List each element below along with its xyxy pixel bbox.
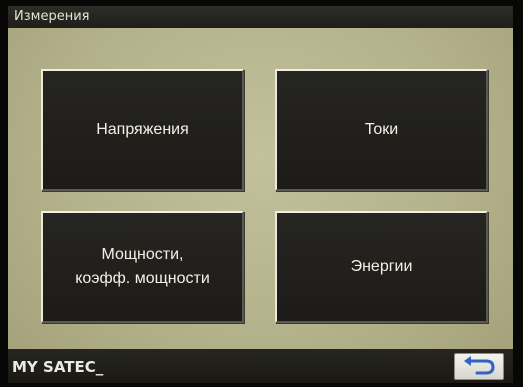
energies-label: Энергии [350, 258, 413, 275]
currents-label: Токи [364, 121, 399, 138]
return-arrow-icon [464, 356, 495, 375]
power-label-line1: Мощности, [101, 246, 184, 263]
back-button[interactable] [454, 353, 504, 380]
page-title: Измерения [14, 9, 90, 24]
device-bezel: Измерения Напряжения Токи Мощности, коэф… [0, 0, 523, 387]
power-label-line2: коэфф. мощности [75, 270, 210, 287]
display-screen: Измерения Напряжения Токи Мощности, коэф… [8, 6, 513, 383]
power-factor-button[interactable]: Мощности, коэфф. мощности [41, 211, 244, 323]
energies-button[interactable]: Энергии [275, 211, 488, 323]
title-bar: Измерения [8, 6, 513, 28]
currents-button[interactable]: Токи [275, 69, 488, 191]
device-name: MY SATEC_ [12, 358, 104, 376]
status-bar: MY SATEC_ [8, 349, 513, 383]
voltages-button[interactable]: Напряжения [41, 69, 244, 191]
voltages-label: Напряжения [96, 121, 189, 138]
